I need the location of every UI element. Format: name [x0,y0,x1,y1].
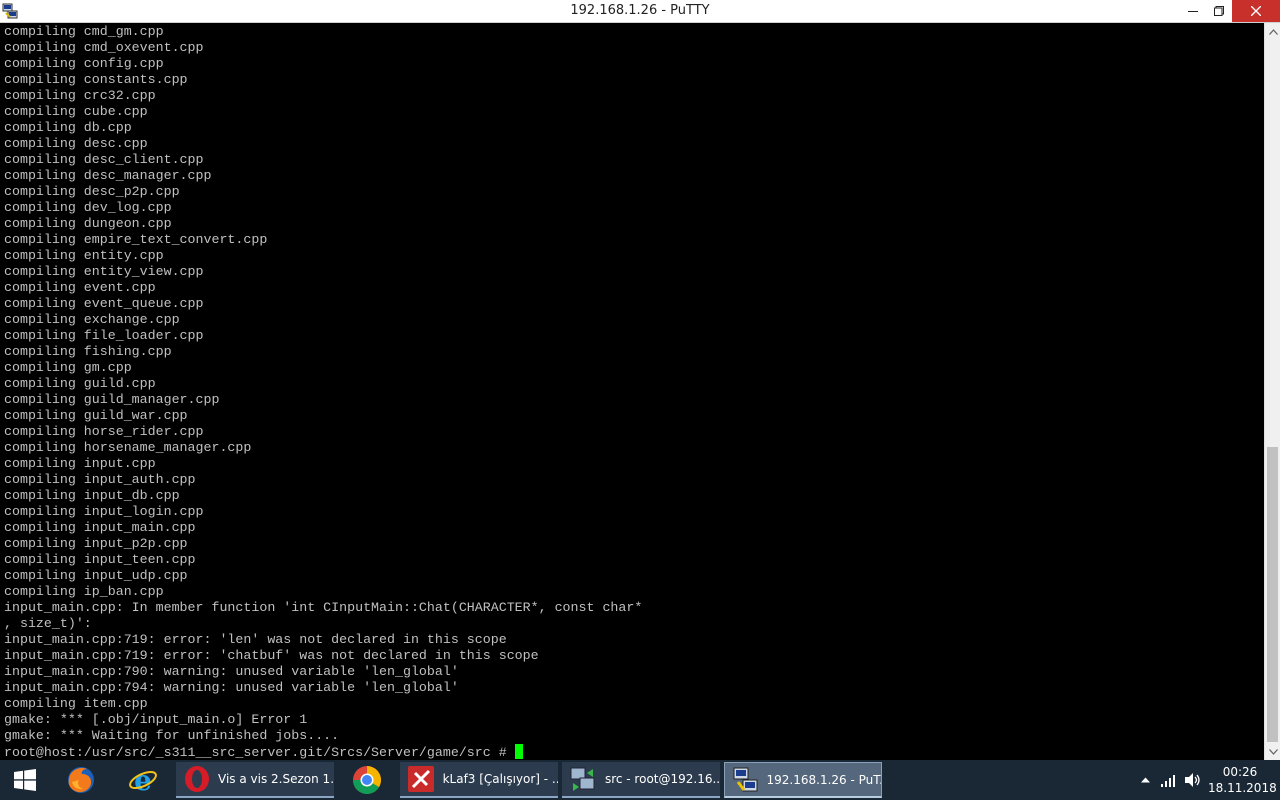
terminal-line: compiling empire_text_convert.cpp [4,232,268,247]
terminal-line: , size_t)': [4,616,92,631]
terminal-line: compiling desc_p2p.cpp [4,184,180,199]
clock-date: 18.11.2018 [1208,781,1277,795]
chevron-up-icon [1268,28,1278,35]
terminal-line: input_main.cpp:790: warning: unused vari… [4,664,459,679]
taskbar-firefox[interactable] [52,760,110,800]
putty-icon [731,764,761,796]
terminal-line: compiling event_queue.cpp [4,296,204,311]
volume-tray-button[interactable] [1182,760,1204,800]
start-button[interactable] [0,760,50,800]
terminal-prompt-line[interactable]: root@host:/usr/src/_s311__src_server.git… [4,744,1264,760]
terminal-line: compiling fishing.cpp [4,344,172,359]
scroll-up-button[interactable] [1265,23,1280,40]
firefox-icon [68,767,94,793]
terminal-cursor [514,744,523,759]
terminal-line: compiling input.cpp [4,456,156,471]
terminal-line: compiling horse_rider.cpp [4,424,204,439]
terminal-line: compiling input_udp.cpp [4,568,188,583]
show-hidden-icons-button[interactable] [1136,760,1154,800]
close-icon [1251,6,1261,16]
terminal-line: compiling input_login.cpp [4,504,204,519]
chrome-icon [353,766,381,794]
internet-explorer-icon: e [129,765,157,795]
terminal-line: compiling event.cpp [4,280,156,295]
restore-button[interactable] [1205,0,1232,22]
terminal-line: compiling cmd_gm.cpp [4,24,164,39]
taskbar: e Vis a vis 2.Sezon 1... kLaf3 [Çalışıyo… [0,760,1280,800]
chevron-up-icon [1140,777,1150,783]
terminal-line: compiling constants.cpp [4,72,188,87]
terminal-line: compiling desc.cpp [4,136,148,151]
minimize-icon [1187,11,1198,12]
chevron-down-icon [1268,748,1278,755]
terminal-line: compiling item.cpp [4,696,148,711]
terminal-output[interactable]: compiling cmd_gm.cpp compiling cmd_oxeve… [0,23,1264,760]
winscp-icon [568,763,599,795]
task-label: 192.168.1.26 - PuT... [766,772,881,787]
terminal-line: input_main.cpp:719: error: 'chatbuf' was… [4,648,539,663]
terminal-line: compiling ip_ban.cpp [4,584,164,599]
taskbar-task-klaf[interactable]: kLaf3 [Çalışıyor] - ... [400,762,558,798]
terminal-line: gmake: *** [.obj/input_main.o] Error 1 [4,712,308,727]
terminal-line: compiling desc_client.cpp [4,152,204,167]
terminal-line: input_main.cpp:794: warning: unused vari… [4,680,459,695]
taskbar-clock[interactable]: 00:26 18.11.2018 [1208,764,1277,796]
taskbar-chrome[interactable] [338,760,396,800]
terminal-line: compiling cmd_oxevent.cpp [4,40,204,55]
terminal-line: compiling cube.cpp [4,104,148,119]
title-bar[interactable]: 192.168.1.26 - PuTTY [0,0,1280,23]
task-label: kLaf3 [Çalışıyor] - ... [442,772,558,786]
task-label: Vis a vis 2.Sezon 1... [218,772,334,786]
speaker-icon [1185,773,1200,787]
signal-icon [1161,775,1175,787]
opera-icon [182,763,212,795]
klaf-icon [406,763,437,795]
terminal-line: compiling config.cpp [4,56,164,71]
terminal-line: compiling dev_log.cpp [4,200,172,215]
terminal-line: compiling input_p2p.cpp [4,536,188,551]
close-button[interactable] [1232,0,1280,22]
terminal-line: input_main.cpp: In member function 'int … [4,600,643,615]
minimize-button[interactable] [1179,0,1206,22]
terminal-line: compiling gm.cpp [4,360,132,375]
terminal-line: compiling input_teen.cpp [4,552,196,567]
taskbar-task-winscp[interactable]: src - root@192.16... [562,762,720,798]
terminal-line: compiling guild.cpp [4,376,156,391]
terminal-line: compiling exchange.cpp [4,312,180,327]
windows-start-icon [14,769,36,791]
terminal-line: gmake: *** Waiting for unfinished jobs..… [4,728,340,743]
terminal-line: compiling input_main.cpp [4,520,196,535]
window-title: 192.168.1.26 - PuTTY [570,3,710,18]
terminal-line: compiling crc32.cpp [4,88,156,103]
clock-time: 00:26 [1222,765,1258,779]
terminal-line: compiling entity.cpp [4,248,164,263]
terminal-line: compiling guild_war.cpp [4,408,188,423]
vertical-scrollbar[interactable] [1264,23,1280,760]
scrollbar-thumb[interactable] [1267,447,1278,742]
svg-text:e: e [134,765,152,795]
taskbar-task-opera[interactable]: Vis a vis 2.Sezon 1... [176,762,334,798]
terminal-line: compiling dungeon.cpp [4,216,172,231]
terminal-line: compiling db.cpp [4,120,132,135]
restore-icon [1213,6,1224,16]
shell-prompt: root@host:/usr/src/_s311__src_server.git… [4,745,515,760]
terminal-line: compiling file_loader.cpp [4,328,204,343]
terminal-line: compiling entity_view.cpp [4,264,204,279]
taskbar-internet-explorer[interactable]: e [114,760,172,800]
network-tray-button[interactable] [1158,760,1180,800]
terminal-line: compiling desc_manager.cpp [4,168,212,183]
task-label: src - root@192.16... [604,772,720,786]
terminal-line: compiling guild_manager.cpp [4,392,220,407]
terminal-line: compiling input_db.cpp [4,488,180,503]
taskbar-task-putty[interactable]: 192.168.1.26 - PuT... [724,762,882,798]
terminal-line: compiling input_auth.cpp [4,472,196,487]
terminal-line: input_main.cpp:719: error: 'len' was not… [4,632,507,647]
scroll-down-button[interactable] [1265,743,1280,760]
terminal-line: compiling horsename_manager.cpp [4,440,252,455]
